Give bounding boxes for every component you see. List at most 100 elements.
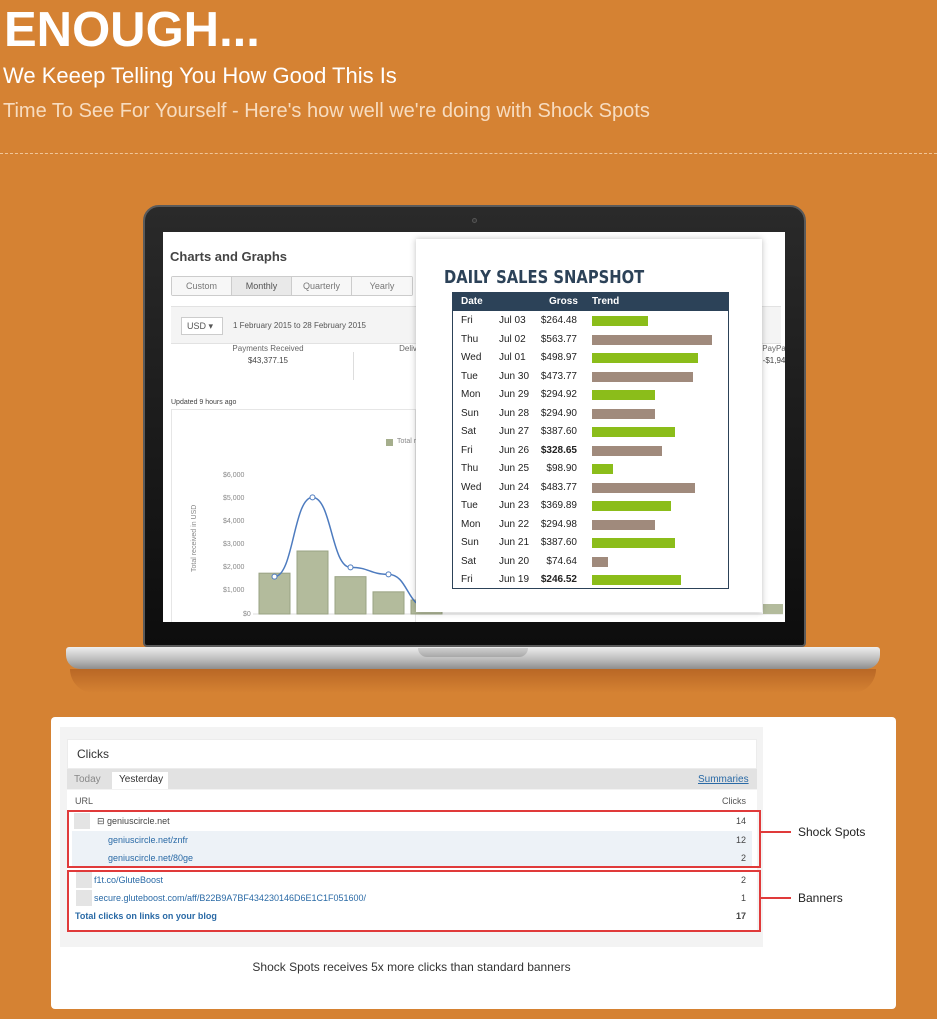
stat-divider [353,352,354,380]
chart-bar [334,576,367,615]
row-date: Jun 21 [499,537,530,548]
trend-bar [592,427,675,437]
row-day: Tue [461,370,478,382]
snapshot-row: Wed Jun 24 $483.77 [453,479,728,497]
banners-highlight [67,870,761,932]
snapshot-row: Sat Jun 20 $74.64 [453,553,728,571]
header-gross: Gross [549,296,578,307]
snapshot-title: DAILY SALES SNAPSHOT [444,267,645,288]
row-gross: $387.60 [540,426,577,437]
hero-title: ENOUGH... [4,3,260,57]
row-day: Wed [461,352,482,363]
snapshot-row: Fri Jun 19 $246.52 [453,571,728,589]
trend-bar [592,501,671,511]
hero-subtitle: We Keeep Telling You How Good This Is [3,63,397,88]
summaries-link[interactable]: Summaries [698,774,749,785]
row-day: Sat [461,426,477,437]
row-gross: $98.90 [546,463,577,474]
shock-spots-callout-line [761,831,791,833]
row-gross: $369.89 [540,500,577,511]
row-date: Jul 02 [499,333,526,345]
y-tick: $0 [243,611,251,618]
chart-bar [296,550,329,615]
row-day: Sun [461,407,479,419]
row-date: Jul 01 [499,352,526,363]
snapshot-row: Fri Jun 26 $328.65 [453,442,728,460]
row-gross: $74.64 [546,555,577,567]
daily-sales-card: DAILY SALES SNAPSHOT Date Gross Trend Fr… [416,239,762,612]
row-day: Mon [461,389,481,400]
stat-payments: Payments Received $43,377.15 [232,344,304,365]
trend-bar [592,538,675,548]
trend-bar [592,464,613,474]
y-tick: $4,000 [223,518,245,525]
chart-point [385,571,392,578]
y-axis-label: Total received in USD [191,504,198,572]
legend-label: Total r [397,438,417,445]
row-gross: $294.98 [540,518,577,530]
date-range: 1 February 2015 to 28 February 2015 [233,321,366,330]
col-clicks: Clicks [722,796,746,806]
y-tick: $5,000 [223,495,245,502]
period-yearly[interactable]: Yearly [352,277,412,295]
period-custom[interactable]: Custom [172,277,232,295]
trend-bar [592,353,698,363]
trend-bar [592,334,712,345]
shock-spots-callout: Shock Spots [798,825,866,839]
dashed-divider [0,153,937,154]
shock-spots-highlight [67,810,761,868]
row-day: Fri [461,315,473,326]
currency-select[interactable]: USD ▾ [181,317,223,335]
clicks-header [67,739,757,769]
dashboard-title: Charts and Graphs [170,249,288,264]
snapshot-row: Tue Jun 23 $369.89 [453,497,728,515]
row-gross: $294.92 [540,389,577,400]
snapshot-row: Wed Jul 01 $498.97 [453,349,728,367]
tab-yesterday[interactable]: Yesterday [112,772,168,789]
row-gross: $473.77 [540,370,577,382]
camera-icon [472,218,477,223]
row-date: Jun 23 [499,500,530,511]
chart-point [271,573,278,580]
clicks-tabs-bar [67,769,757,789]
snapshot-row: Fri Jul 03 $264.48 [453,312,728,330]
header-trend: Trend [592,296,620,307]
row-day: Fri [461,574,473,585]
row-date: Jul 03 [499,315,526,326]
trend-bar [592,519,655,530]
row-day: Fri [461,444,473,456]
row-date: Jun 30 [499,370,530,382]
chart-bar [372,591,405,615]
tab-today[interactable]: Today [74,772,101,789]
row-gross: $563.77 [540,333,577,345]
snapshot-row: Tue Jun 30 $473.77 [453,368,728,386]
row-date: Jun 29 [499,389,530,400]
snapshot-table: Date Gross Trend Fri Jul 03 $264.48 Thu Jul … [452,292,729,589]
row-gross: $328.65 [540,444,577,456]
updated-label: Updated 9 hours ago [171,399,237,406]
row-gross: $264.48 [540,315,577,326]
row-day: Wed [461,481,482,493]
row-day: Thu [461,333,479,345]
snapshot-header: Date Gross Trend [453,293,728,311]
trend-bar [592,390,655,400]
snapshot-row: Mon Jun 22 $294.98 [453,516,728,534]
row-day: Sat [461,555,477,567]
row-day: Thu [461,463,479,474]
row-gross: $294.90 [540,407,577,419]
row-date: Jun 19 [499,574,530,585]
row-gross: $387.60 [540,537,577,548]
laptop-shadow [70,669,876,693]
row-date: Jun 20 [499,555,530,567]
snapshot-row: Sun Jun 21 $387.60 [453,534,728,552]
chart-bar [763,604,783,614]
period-quarterly[interactable]: Quarterly [292,277,352,295]
row-date: Jun 28 [499,407,530,419]
clicks-caption: Shock Spots receives 5x more clicks than… [252,960,571,974]
legend-swatch [386,439,393,446]
snapshot-row: Thu Jun 25 $98.90 [453,460,728,478]
stat-paypal: PayPa -$1,94 [762,344,785,365]
trend-bar [592,408,655,419]
period-monthly[interactable]: Monthly [232,277,292,295]
row-date: Jun 22 [499,518,530,530]
